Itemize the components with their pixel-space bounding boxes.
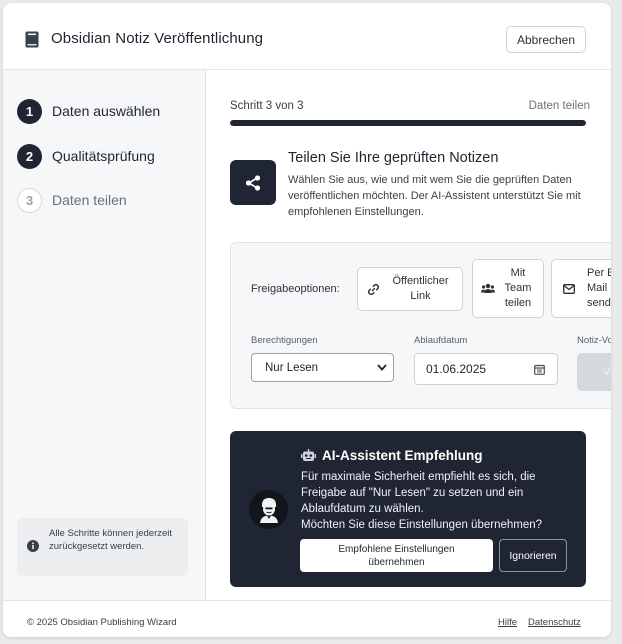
permissions-label: Berechtigungen [251, 335, 318, 346]
wizard-window: Obsidian Notiz Veröffentlichung Abbreche… [3, 3, 611, 637]
ai-recommendation-body: Für maximale Sicherheit empfiehlt es sic… [301, 471, 536, 515]
current-step-name: Daten teilen [528, 100, 590, 112]
ai-title: AI-Assistent Empfehlung [322, 448, 483, 463]
reset-info-text: Alle Schritte können jederzeit zurückges… [49, 528, 173, 552]
cancel-button[interactable]: Abbrechen [506, 26, 586, 53]
ai-recommendation-card: AI-Assistent Empfehlung Für maximale Sic… [230, 431, 586, 587]
step-number: 2 [17, 143, 42, 169]
wizard-header: Obsidian Notiz Veröffentlichung Abbreche… [3, 3, 611, 70]
expiry-date-value: 01.06.2025 [426, 362, 487, 376]
assistant-avatar [249, 490, 288, 529]
ignore-recommendation-button[interactable]: Ignorieren [499, 539, 567, 572]
public-link-button[interactable]: Öffentlicher Link [357, 267, 463, 311]
step-item-1[interactable]: 1 Daten auswählen [17, 98, 160, 124]
link-icon [367, 283, 379, 295]
team-icon [481, 283, 495, 293]
expiry-label: Ablaufdatum [414, 335, 468, 346]
email-share-label: Per E-Mail senden [587, 267, 611, 309]
preview-button[interactable]: V [577, 353, 611, 391]
calendar-icon[interactable] [534, 364, 545, 375]
progress-bar [230, 120, 586, 126]
ai-recommendation-text: Für maximale Sicherheit empfiehlt es sic… [301, 469, 581, 533]
step-label: Daten teilen [52, 192, 127, 208]
team-share-button[interactable]: Mit Team teilen [472, 259, 544, 318]
permissions-value: Nur Lesen [265, 361, 319, 374]
step-item-2[interactable]: 2 Qualitätsprüfung [17, 143, 155, 169]
expiry-date-input[interactable]: 01.06.2025 [414, 353, 558, 385]
step-label: Daten auswählen [52, 103, 161, 119]
accept-recommendation-button[interactable]: Empfohlene Einstellungen übernehmen [300, 539, 493, 572]
step-item-3[interactable]: 3 Daten teilen [17, 187, 127, 213]
help-link[interactable]: Hilfe [498, 617, 517, 628]
steps-sidebar: 1 Daten auswählen 2 Qualitätsprüfung 3 D… [3, 70, 206, 600]
preview-label: Notiz-Vorschau [577, 335, 611, 346]
app-title: Obsidian Notiz Veröffentlichung [51, 30, 264, 47]
share-options-panel: Freigabeoptionen: Öffentlicher Link Mit … [230, 242, 611, 409]
copyright-text: © 2025 Obsidian Publishing Wizard [27, 617, 177, 628]
privacy-link[interactable]: Datenschutz [528, 617, 581, 628]
info-icon [27, 540, 39, 552]
share-icon [230, 160, 276, 205]
book-icon [25, 31, 39, 48]
public-link-label: Öffentlicher Link [392, 275, 449, 302]
mail-icon [563, 283, 575, 294]
step-number: 1 [17, 98, 42, 124]
section-title: Teilen Sie Ihre geprüften Notizen [288, 150, 499, 166]
email-share-button[interactable]: Per E-Mail senden [551, 259, 611, 318]
progress-fill [230, 120, 586, 126]
section-description: Wählen Sie aus, wie und mit wem Sie die … [288, 174, 581, 218]
step-number: 3 [17, 187, 42, 213]
permissions-select[interactable]: Nur Lesen [251, 353, 394, 382]
team-share-label: Mit Team teilen [504, 267, 532, 309]
share-options-label: Freigabeoptionen: [251, 283, 340, 295]
step-label: Qualitätsprüfung [52, 148, 155, 164]
wizard-footer: © 2025 Obsidian Publishing Wizard Hilfe … [3, 600, 611, 637]
robot-icon [301, 449, 316, 461]
main-content: Schritt 3 von 3 Daten teilen Teilen Sie … [207, 70, 611, 600]
step-indicator: Schritt 3 von 3 [230, 100, 304, 112]
ai-question: Möchten Sie diese Einstellungen übernehm… [301, 519, 543, 531]
accept-recommendation-label: Empfohlene Einstellungen übernehmen [338, 543, 455, 568]
reset-info-note: Alle Schritte können jederzeit zurückges… [17, 518, 188, 576]
chevron-down-icon [377, 364, 387, 371]
ai-title-row: AI-Assistent Empfehlung [301, 448, 483, 463]
